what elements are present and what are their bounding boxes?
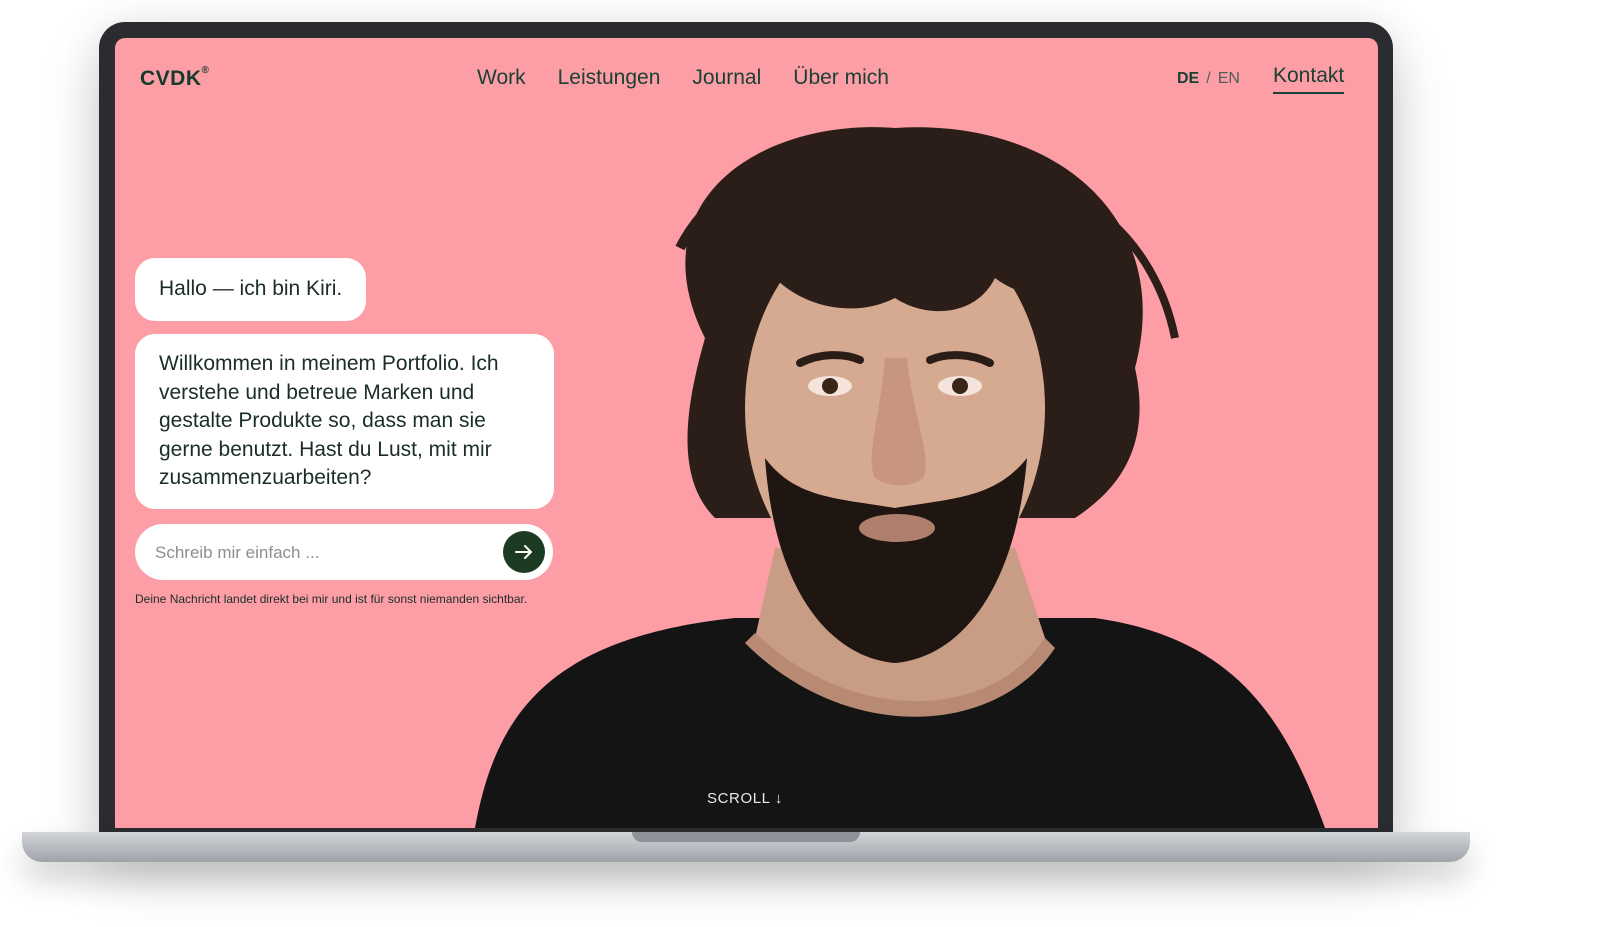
portrait-photo: [475, 127, 1325, 828]
site-logo[interactable]: CVDK®: [140, 65, 210, 91]
privacy-note: Deine Nachricht landet direkt bei mir un…: [135, 592, 528, 606]
logo-text: CVDK: [140, 67, 202, 90]
nav-item-ueber-mich[interactable]: Über mich: [793, 66, 889, 90]
greeting-bubble: Hallo — ich bin Kiri.: [135, 258, 367, 321]
nav-item-leistungen[interactable]: Leistungen: [558, 66, 661, 90]
arrow-right-icon: [515, 545, 532, 559]
lang-de[interactable]: DE: [1177, 70, 1199, 87]
contact-link[interactable]: Kontakt: [1273, 64, 1345, 94]
lang-separator: /: [1206, 70, 1211, 87]
laptop-notch: [632, 832, 860, 842]
registered-mark: ®: [201, 65, 210, 76]
lang-en[interactable]: EN: [1218, 70, 1240, 87]
website-screen: CVDK® Work Leistungen Journal Über mich …: [115, 38, 1378, 828]
message-input[interactable]: [153, 534, 477, 572]
language-switch: DE / EN: [1177, 70, 1240, 88]
nav-item-journal[interactable]: Journal: [692, 66, 761, 90]
send-button[interactable]: [503, 531, 545, 573]
message-input-box: [135, 524, 553, 580]
nav-item-work[interactable]: Work: [477, 66, 526, 90]
main-nav: Work Leistungen Journal Über mich: [477, 66, 889, 90]
intro-bubble: Willkommen in meinem Portfolio. Ich vers…: [135, 334, 554, 509]
scroll-indicator[interactable]: SCROLL ↓: [707, 790, 783, 807]
